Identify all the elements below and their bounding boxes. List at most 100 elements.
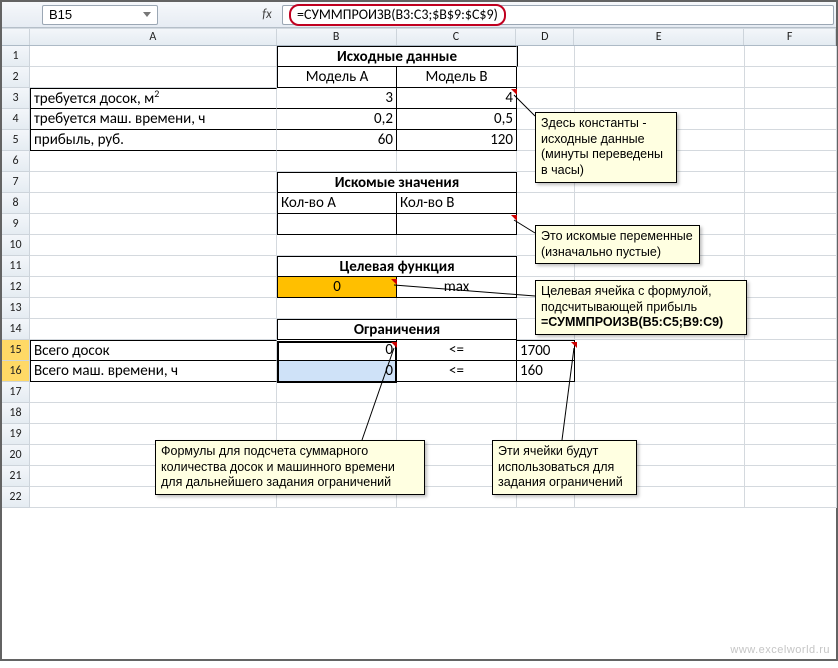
cell-F12[interactable] — [745, 277, 837, 298]
cell-F3[interactable] — [745, 88, 837, 109]
cell-B16[interactable]: 0 — [277, 361, 397, 382]
fx-icon[interactable]: fx — [258, 7, 276, 22]
col-header-E[interactable]: E — [574, 29, 744, 45]
cell-B5[interactable]: 60 — [277, 130, 397, 151]
cell-A9[interactable] — [30, 214, 277, 235]
cell-F20[interactable] — [745, 445, 837, 466]
cell-F5[interactable] — [745, 130, 837, 151]
row-header-15[interactable]: 15 — [2, 340, 30, 361]
cell-E16[interactable] — [575, 361, 745, 382]
row-header-18[interactable]: 18 — [2, 403, 30, 424]
cell-F13[interactable] — [745, 298, 837, 319]
cell-D2[interactable] — [517, 67, 575, 88]
cell-B8[interactable]: Кол-во A — [277, 193, 397, 214]
row-header-21[interactable]: 21 — [2, 466, 30, 487]
cell-A17[interactable] — [30, 382, 277, 403]
cell-B1C1[interactable]: Исходные данные — [277, 46, 517, 67]
dropdown-icon[interactable] — [143, 12, 151, 17]
cell-C16[interactable]: <= — [397, 361, 517, 382]
row-header-14[interactable]: 14 — [2, 319, 30, 340]
cell-C10[interactable] — [397, 235, 517, 256]
formula-input[interactable]: =СУММПРОИЗВ(B3:C3;$B$9:$C$9) — [282, 5, 834, 25]
cell-E15[interactable] — [575, 340, 745, 361]
cell-A7[interactable] — [30, 172, 277, 193]
cell-E2[interactable] — [575, 67, 745, 88]
row-header-12[interactable]: 12 — [2, 277, 30, 298]
cell-F11[interactable] — [745, 256, 837, 277]
cell-A2[interactable] — [30, 67, 277, 88]
row-header-1[interactable]: 1 — [2, 46, 30, 67]
row-header-16[interactable]: 16 — [2, 361, 30, 382]
cell-B14C14[interactable]: Ограничения — [277, 319, 517, 340]
row-header-17[interactable]: 17 — [2, 382, 30, 403]
cell-C5[interactable]: 120 — [397, 130, 517, 151]
cell-B6[interactable] — [277, 151, 397, 172]
cell-A14[interactable] — [30, 319, 277, 340]
col-header-C[interactable]: C — [397, 29, 517, 45]
cell-A18[interactable] — [30, 403, 277, 424]
cell-E3[interactable] — [575, 88, 745, 109]
cell-C2[interactable]: Модель B — [397, 67, 517, 88]
col-header-F[interactable]: F — [744, 29, 836, 45]
cell-F8[interactable] — [745, 193, 837, 214]
cell-C9[interactable] — [397, 214, 517, 235]
cell-C6[interactable] — [397, 151, 517, 172]
select-all-corner[interactable] — [2, 29, 30, 45]
cell-D16[interactable]: 160 — [517, 361, 575, 382]
row-header-5[interactable]: 5 — [2, 130, 30, 151]
cell-F21[interactable] — [745, 466, 837, 487]
cell-B4[interactable]: 0,2 — [277, 109, 397, 130]
cell-F14[interactable] — [745, 319, 837, 340]
row-header-2[interactable]: 2 — [2, 67, 30, 88]
cell-A11[interactable] — [30, 256, 277, 277]
cell-B7C7[interactable]: Искомые значения — [277, 172, 517, 193]
cell-A4[interactable]: требуется маш. времени, ч — [30, 109, 277, 130]
cell-A16[interactable]: Всего маш. времени, ч — [30, 361, 277, 382]
cell-C3[interactable]: 4 — [397, 88, 517, 109]
cell-E17[interactable] — [575, 382, 745, 403]
cell-A5[interactable]: прибыль, руб. — [30, 130, 277, 151]
cell-A3[interactable]: требуется досок, м2 — [30, 88, 277, 109]
cell-F4[interactable] — [745, 109, 837, 130]
cell-D3[interactable] — [517, 88, 575, 109]
cell-F10[interactable] — [745, 235, 837, 256]
cell-F16[interactable] — [745, 361, 837, 382]
cell-F22[interactable] — [745, 487, 837, 508]
row-header-3[interactable]: 3 — [2, 88, 30, 109]
cell-F2[interactable] — [745, 67, 837, 88]
cell-D17[interactable] — [517, 382, 575, 403]
cell-F7[interactable] — [745, 172, 837, 193]
row-header-6[interactable]: 6 — [2, 151, 30, 172]
cell-D8[interactable] — [517, 193, 575, 214]
cell-B13[interactable] — [277, 298, 397, 319]
row-header-13[interactable]: 13 — [2, 298, 30, 319]
cell-A13[interactable] — [30, 298, 277, 319]
name-box[interactable]: B15 — [42, 5, 158, 25]
row-header-9[interactable]: 9 — [2, 214, 30, 235]
cell-F15[interactable] — [745, 340, 837, 361]
cell-B3[interactable]: 3 — [277, 88, 397, 109]
cell-A15[interactable]: Всего досок — [30, 340, 277, 361]
cell-E8[interactable] — [575, 193, 745, 214]
col-header-B[interactable]: B — [277, 29, 397, 45]
row-header-20[interactable]: 20 — [2, 445, 30, 466]
cell-C12[interactable]: max — [397, 277, 517, 298]
cell-A10[interactable] — [30, 235, 277, 256]
cell-F6[interactable] — [745, 151, 837, 172]
cell-B10[interactable] — [277, 235, 397, 256]
cell-D1[interactable] — [517, 46, 575, 67]
cell-D18[interactable] — [517, 403, 575, 424]
cell-F19[interactable] — [745, 424, 837, 445]
row-header-10[interactable]: 10 — [2, 235, 30, 256]
cell-C17[interactable] — [397, 382, 517, 403]
cell-F1[interactable] — [745, 46, 837, 67]
cell-E1[interactable] — [575, 46, 745, 67]
cell-F9[interactable] — [745, 214, 837, 235]
cell-B9[interactable] — [277, 214, 397, 235]
row-header-19[interactable]: 19 — [2, 424, 30, 445]
col-header-D[interactable]: D — [516, 29, 574, 45]
cell-B18[interactable] — [277, 403, 397, 424]
cell-F18[interactable] — [745, 403, 837, 424]
cell-C8[interactable]: Кол-во B — [397, 193, 517, 214]
cell-A8[interactable] — [30, 193, 277, 214]
